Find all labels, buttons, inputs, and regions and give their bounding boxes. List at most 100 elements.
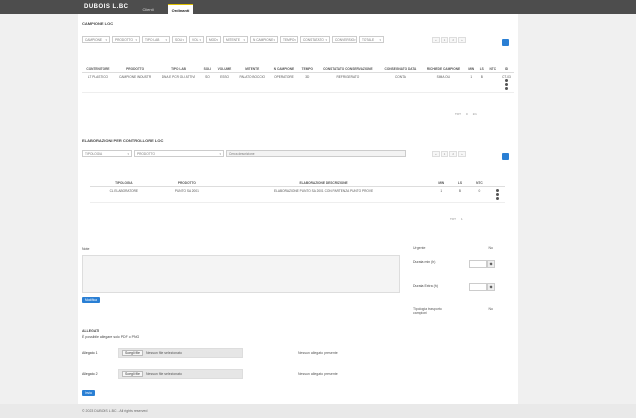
table-cell <box>486 72 499 93</box>
table-cell-actions <box>490 186 505 203</box>
footer-text: © 2023 DUBOIS L.BC - All rights reserved <box>82 409 148 413</box>
attachment-label: Allegato 1 <box>82 351 98 355</box>
extra-duration-field[interactable] <box>469 283 487 291</box>
edit-notes-button[interactable]: Modifica <box>82 297 100 303</box>
row-actions <box>492 189 503 200</box>
edit-icon[interactable] <box>504 79 508 82</box>
table-cell: OPERATORE <box>269 72 299 93</box>
tab-clienti[interactable]: Clienti <box>139 4 158 14</box>
delete-icon[interactable] <box>504 87 508 90</box>
table-cell: LT PLASTICO <box>82 72 114 93</box>
chevron-down-icon: ▾ <box>135 37 137 42</box>
table-cell: CL ELABORATORE <box>90 186 158 203</box>
attachments-title: ALLEGATI <box>82 329 100 333</box>
chevron-down-icon: ▾ <box>127 151 129 156</box>
table-cell: B <box>477 72 487 93</box>
extra-duration-label: Durata Extra (h) <box>413 284 438 288</box>
table-cell: CAMPIONE INDUSTR <box>113 72 157 93</box>
choose-file-button[interactable]: Scegli file <box>122 371 143 377</box>
section1-table-footer: TOT 0 1/1 <box>455 112 477 116</box>
pager-next[interactable]: » <box>458 37 466 43</box>
campione-table: CONTENITORE PRODOTTO TIPO LAB SOLI VOLUM… <box>82 66 514 93</box>
file-input-1[interactable]: Scegli file Nessun file selezionato <box>118 348 243 358</box>
upload-button[interactable]: Invia <box>82 390 95 396</box>
section2-pager: « 1 2 » <box>432 151 466 157</box>
filter-campione[interactable]: CAMPIONE ▾ <box>82 36 110 43</box>
table-row[interactable]: CL ELABORATORE PUNTO SA 2001 ELABORAZION… <box>90 186 505 203</box>
table-cell: SO <box>200 72 215 93</box>
copy-icon[interactable] <box>496 193 500 196</box>
chevron-down-icon: ▾ <box>379 37 381 42</box>
pager-page-2[interactable]: 2 <box>449 151 458 157</box>
duration-field[interactable] <box>469 260 487 268</box>
table-cell: 0 <box>468 186 491 203</box>
filter-constatato[interactable]: CONSTATATO ▾ <box>300 36 330 43</box>
tab-ordinanti[interactable]: Ordinanti <box>167 4 194 14</box>
chevron-down-icon: ▾ <box>273 37 275 42</box>
search-input[interactable]: Cerca descrizione <box>226 150 406 157</box>
extra-duration-stepper[interactable]: ◆ <box>469 283 495 291</box>
pager-page-2[interactable]: 2 <box>449 37 458 43</box>
filter-vol[interactable]: VOL ▾ <box>189 36 204 43</box>
filter-tipo-lab[interactable]: TIPO LAB ▾ <box>142 36 170 43</box>
chevron-down-icon: ▾ <box>105 37 107 42</box>
chevron-down-icon: ▾ <box>219 151 221 156</box>
section2-filters: TIPOLOGIA ▾ PRODOTTO ▾ Cerca descrizione <box>82 150 406 157</box>
chevron-down-icon: ▾ <box>216 37 218 42</box>
filter-prodotto-2[interactable]: PRODOTTO ▾ <box>134 150 224 157</box>
table-cell: 1 <box>465 72 478 93</box>
add-row-button[interactable] <box>502 39 509 46</box>
elaborazioni-table: TIPOLOGIA PRODOTTO ELABORAZIONE DESCRIZI… <box>90 180 505 203</box>
pager-next[interactable]: » <box>458 151 466 157</box>
page-footer: © 2023 DUBOIS L.BC - All rights reserved <box>0 404 636 418</box>
table-cell: PUNTO SA 2001 <box>157 186 217 203</box>
filter-tipologia[interactable]: TIPOLOGIA ▾ <box>82 150 132 157</box>
transport-select[interactable]: Tipologia trasporto campioni No <box>413 307 493 315</box>
table-cell: ESSO <box>214 72 235 93</box>
stepper-icon[interactable]: ◆ <box>487 260 495 268</box>
table-row[interactable]: LT PLASTICO CAMPIONE INDUSTR DNA E PCR O… <box>82 72 514 93</box>
attachment-row-2: Allegato 2 Scegli file Nessun file selez… <box>82 369 338 379</box>
duration-stepper[interactable]: ◆ <box>469 260 495 268</box>
section-title-campione: CAMPIONE LOC <box>82 21 114 26</box>
filter-mitente[interactable]: MITENTE ▾ <box>223 36 248 43</box>
attachment-status: Nessun allegato presente <box>298 351 338 355</box>
chevron-down-icon: ▾ <box>243 37 245 42</box>
file-input-2[interactable]: Scegli file Nessun file selezionato <box>118 369 243 379</box>
filter-soli[interactable]: SOLI ▾ <box>172 36 187 43</box>
filter-prodotto[interactable]: PRODOTTO ▾ <box>112 36 140 43</box>
stepper-icon[interactable]: ◆ <box>487 283 495 291</box>
copy-icon[interactable] <box>504 83 508 86</box>
filter-totale[interactable]: TOTALE ▾ <box>359 36 384 43</box>
attachment-row-1: Allegato 1 Scegli file Nessun file selez… <box>82 348 338 358</box>
table-cell: REFRIGERATO <box>316 72 380 93</box>
chevron-down-icon: ▾ <box>354 37 356 42</box>
notes-textarea[interactable] <box>82 255 400 293</box>
pager-page-1[interactable]: 1 <box>440 37 449 43</box>
attachment-status: Nessun allegato presente <box>298 372 338 376</box>
urgent-select[interactable]: Urgente No <box>413 246 493 250</box>
pager-prev[interactable]: « <box>432 37 440 43</box>
filter-conversio[interactable]: CONVERSIO ▾ <box>332 36 357 43</box>
filter-n-campione[interactable]: N CAMPIONE ▾ <box>250 36 278 43</box>
app-logo: DUBOIS L.BC <box>84 4 129 10</box>
section1-pager: « 1 2 » <box>432 37 466 43</box>
choose-file-button[interactable]: Scegli file <box>122 350 143 356</box>
add-elaborazione-button[interactable] <box>502 153 509 160</box>
chevron-down-icon: ▾ <box>182 37 184 42</box>
filter-mod[interactable]: MOD ▾ <box>206 36 221 43</box>
chevron-down-icon: ▾ <box>294 37 296 42</box>
duration-label: Durata min (h) <box>413 260 436 264</box>
edit-icon[interactable] <box>496 189 500 192</box>
section2-table-footer: TOT 1 <box>450 217 463 221</box>
table-cell: 1 <box>431 186 452 203</box>
pager-prev[interactable]: « <box>432 151 440 157</box>
row-actions <box>501 79 512 90</box>
chevron-down-icon: ▾ <box>165 37 167 42</box>
delete-icon[interactable] <box>496 197 500 200</box>
attachment-label: Allegato 2 <box>82 372 98 376</box>
section1-filters: CAMPIONE ▾ PRODOTTO ▾ TIPO LAB ▾ SOLI ▾ VOL ▾… <box>82 36 384 43</box>
filter-tempo[interactable]: TEMPO ▾ <box>280 36 298 43</box>
pager-page-1[interactable]: 1 <box>440 151 449 157</box>
chevron-down-icon: ▾ <box>199 37 201 42</box>
